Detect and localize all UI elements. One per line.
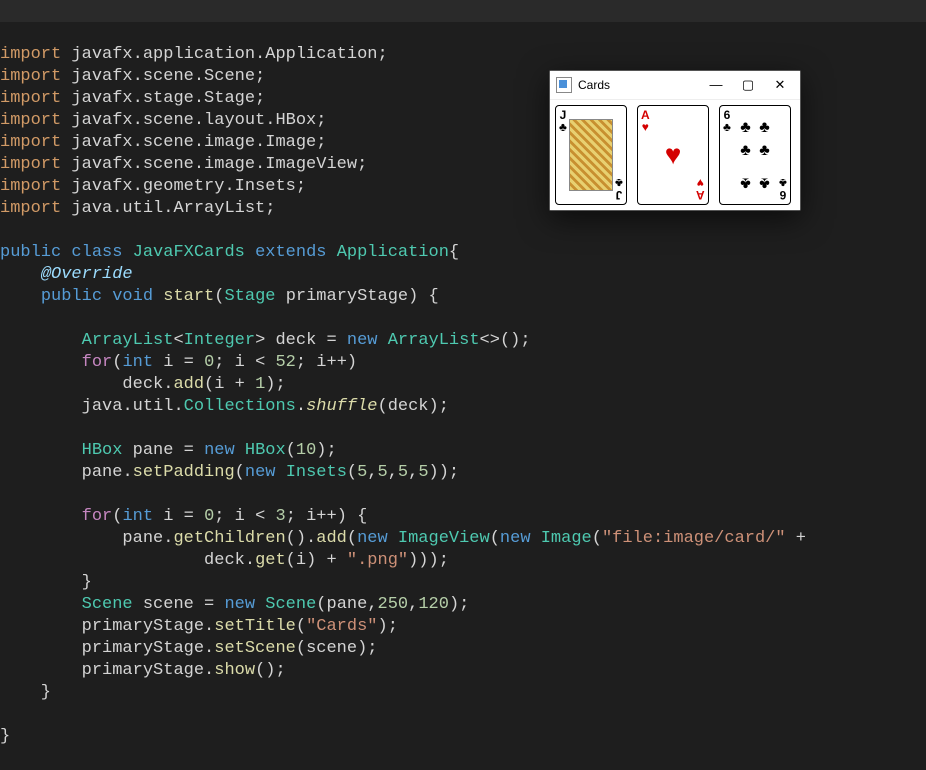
card-six-clubs: 6♣ ♣♣ ♣♣ ♣♣ 6♣ [719, 105, 791, 205]
cards-app-window[interactable]: Cards — ▢ ✕ J♣ J♣ A♥ ♥ A♥ 6♣ ♣♣ ♣♣ ♣♣ 6 [549, 70, 801, 211]
card-ace-hearts: A♥ ♥ A♥ [637, 105, 709, 205]
maximize-button[interactable]: ▢ [732, 71, 764, 99]
titlebar[interactable]: Cards — ▢ ✕ [550, 71, 800, 100]
window-title: Cards [578, 74, 700, 96]
center-pip: ♥ [665, 144, 682, 166]
card-corner: J♣ [615, 177, 623, 201]
card-corner: A♥ [641, 109, 650, 133]
app-icon [556, 77, 572, 93]
card-corner: 6♣ [723, 109, 731, 133]
kw-import: import [0, 45, 61, 64]
pip-grid: ♣♣ ♣♣ ♣♣ [736, 120, 774, 190]
cards-pane: J♣ J♣ A♥ ♥ A♥ 6♣ ♣♣ ♣♣ ♣♣ 6♣ [550, 100, 800, 210]
card-corner: A♥ [696, 177, 705, 201]
close-button[interactable]: ✕ [764, 71, 796, 99]
card-jack-clubs: J♣ J♣ [555, 105, 627, 205]
minimize-button[interactable]: — [700, 71, 732, 99]
card-corner: J♣ [559, 109, 567, 133]
card-corner: 6♣ [779, 177, 787, 201]
current-line-highlight [0, 0, 926, 22]
face-card-art [569, 119, 613, 191]
